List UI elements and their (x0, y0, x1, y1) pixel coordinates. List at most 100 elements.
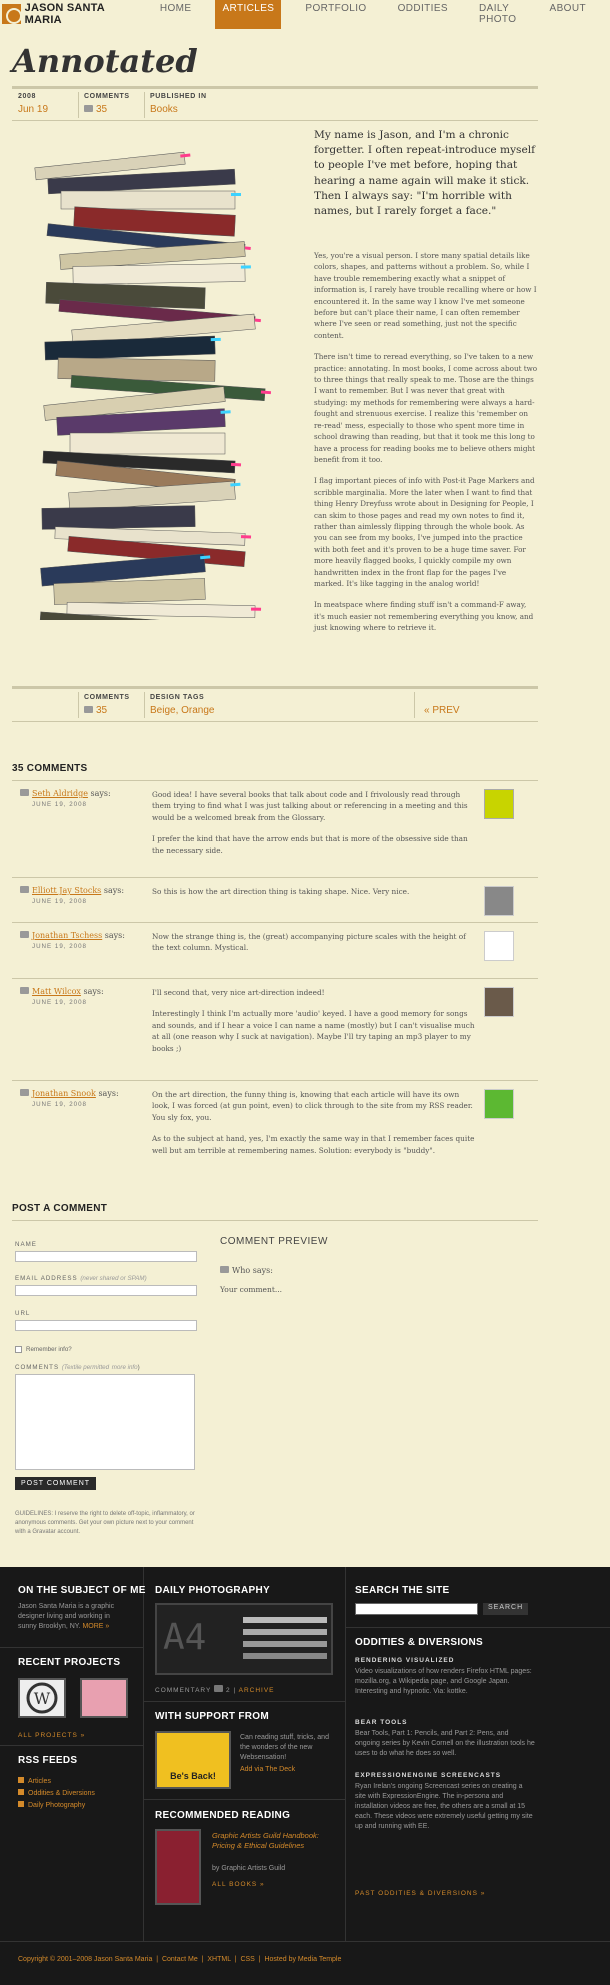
comments-label: COMMENTS (Textile permitted more info) (15, 1364, 141, 1371)
nav-daily-photo[interactable]: DAILY PHOTO (472, 0, 526, 29)
comment-bubble-icon (214, 1685, 224, 1692)
page-flag (251, 607, 262, 611)
comment-date: JUNE 19, 2008 (32, 1101, 87, 1108)
svg-text:A4: A4 (163, 1617, 206, 1658)
daily-photo-image[interactable]: A4 (155, 1603, 333, 1675)
avatar (484, 987, 514, 1017)
meta-comments-label: COMMENTS (84, 93, 130, 100)
meta-divider (78, 692, 79, 718)
footer-divider (345, 1567, 346, 1941)
all-projects-link[interactable]: ALL PROJECTS » (18, 1732, 85, 1739)
preview-who: Who says: (220, 1266, 273, 1275)
top-bar: JASON SANTA MARIA HOME ARTICLES PORTFOLI… (0, 0, 610, 29)
comment-textarea[interactable] (15, 1374, 195, 1470)
rss-item[interactable]: Daily Photography (18, 1801, 85, 1811)
book-cover-image[interactable] (155, 1829, 201, 1905)
email-field[interactable] (15, 1285, 197, 1296)
meta-comments-count: 35 (96, 104, 108, 115)
projects-heading: RECENT PROJECTS (18, 1657, 121, 1668)
rss-icon (18, 1801, 24, 1807)
footer-rule (143, 1799, 345, 1800)
post-comment-rule (12, 1220, 538, 1221)
host-link[interactable]: Hosted by Media Temple (264, 1956, 341, 1963)
oddity-title[interactable]: EXPRESSIONENGINE SCREENCASTS (355, 1772, 501, 1779)
css-link[interactable]: CSS (240, 1956, 254, 1963)
footer-rule (0, 1647, 143, 1648)
comment-says: says: (98, 1089, 119, 1098)
meta-published-label: PUBLISHED IN (150, 93, 207, 100)
oddity-title[interactable]: RENDERING VISUALIZED (355, 1657, 454, 1664)
nav-oddities[interactable]: ODDITIES (391, 0, 455, 29)
bottom-meta-rule (12, 721, 538, 722)
rss-item[interactable]: Articles (18, 1777, 51, 1787)
prev-article-link[interactable]: « PREV (424, 705, 460, 716)
meta-divider (144, 692, 145, 718)
nav-home[interactable]: HOME (153, 0, 199, 29)
remember-row: Remember info? (15, 1346, 72, 1353)
comment-paragraph: Good idea! I have several books that tal… (152, 790, 468, 822)
comment-author-link[interactable]: Elliott Jay Stocks (32, 886, 101, 895)
article-body: Yes, you're a visual person. I store man… (314, 250, 538, 644)
comment-author-link[interactable]: Jonathan Snook (32, 1089, 96, 1098)
search-heading: SEARCH THE SITE (355, 1585, 450, 1596)
comment-author-link[interactable]: Seth Aldridge (32, 789, 88, 798)
meta-year: 2008 (18, 93, 36, 100)
project-thumb-pig[interactable] (80, 1678, 128, 1718)
nav-portfolio[interactable]: PORTFOLIO (298, 0, 373, 29)
photo-archive-link[interactable]: ARCHIVE (239, 1687, 275, 1694)
comment-paragraph: I'll second that, very nice art-directio… (152, 988, 325, 997)
nav-about[interactable]: ABOUT (543, 0, 593, 29)
textile-info-link[interactable]: more info (112, 1364, 138, 1371)
meta-comments[interactable]: COMMENTS 35 (84, 93, 130, 115)
contact-link[interactable]: Contact Me (162, 1956, 198, 1963)
project-thumb-wordpress[interactable]: W (18, 1678, 66, 1718)
bottom-comments-count: 35 (96, 705, 108, 716)
design-tags-value[interactable]: Beige, Orange (150, 705, 215, 716)
nav-articles[interactable]: ARTICLES (215, 0, 282, 29)
search-input[interactable] (355, 1603, 478, 1615)
comment-bubble-icon (20, 886, 29, 893)
article-title: Annotated (12, 42, 198, 80)
url-field[interactable] (15, 1320, 197, 1331)
book-stack-image (34, 151, 272, 620)
footer-rule (345, 1627, 610, 1628)
comment-item: Seth Aldridge says: JUNE 19, 2008 Good i… (12, 780, 538, 875)
comment-says: says: (90, 789, 111, 798)
post-comment-button[interactable]: POST COMMENT (15, 1477, 97, 1490)
bottom-meta-comments[interactable]: COMMENTS 35 (84, 694, 130, 716)
sponsor-badge[interactable]: Be's Back! (155, 1731, 231, 1789)
comment-author-link[interactable]: Jonathan Tschess (32, 931, 102, 940)
comment-says: says: (103, 886, 125, 895)
comment-says: says: (83, 987, 104, 996)
rss-item[interactable]: Oddities & Diversions (18, 1789, 95, 1799)
deck-link[interactable]: Add via The Deck (240, 1765, 295, 1775)
comment-bubble-icon (84, 105, 93, 112)
name-field[interactable] (15, 1251, 197, 1262)
book-title-link[interactable]: Graphic Artists Guild Handbook: Pricing … (212, 1831, 332, 1851)
all-books-link[interactable]: ALL BOOKS » (212, 1881, 265, 1888)
remember-checkbox[interactable] (15, 1346, 22, 1353)
remember-label: Remember info? (26, 1346, 72, 1354)
xhtml-link[interactable]: XHTML (207, 1956, 230, 1963)
comment-author-link[interactable]: Matt Wilcox (32, 987, 81, 996)
book-spine (66, 602, 256, 618)
page-flag (240, 265, 251, 269)
daily-photo-heading: DAILY PHOTOGRAPHY (155, 1585, 270, 1596)
oddity-title[interactable]: BEAR TOOLS (355, 1719, 408, 1726)
site-logo[interactable]: JASON SANTA MARIA (0, 0, 137, 28)
comment-body: On the art direction, the funny thing is… (152, 1089, 477, 1166)
past-oddities-link[interactable]: PAST ODDITIES & DIVERSIONS » (355, 1890, 485, 1897)
about-more-link[interactable]: MORE » (82, 1623, 109, 1630)
comment-item: Matt Wilcox says: JUNE 19, 2008 I'll sec… (12, 978, 538, 1078)
comment-paragraph: Now the strange thing is, the (great) ac… (152, 932, 466, 953)
about-text: Jason Santa Maria is a graphic designer … (18, 1603, 115, 1630)
comment-bubble-icon (20, 1089, 29, 1096)
meta-published-value[interactable]: Books (150, 104, 207, 115)
avatar (484, 886, 514, 916)
comment-bubble-icon (20, 789, 29, 796)
search-button[interactable]: SEARCH (483, 1603, 529, 1615)
comment-says: says: (104, 931, 125, 940)
comment-paragraph: As to the subject at hand, yes, I'm exac… (152, 1134, 475, 1155)
support-text: Can reading stuff, tricks, and the wonde… (240, 1734, 329, 1761)
book-spine (69, 432, 226, 455)
